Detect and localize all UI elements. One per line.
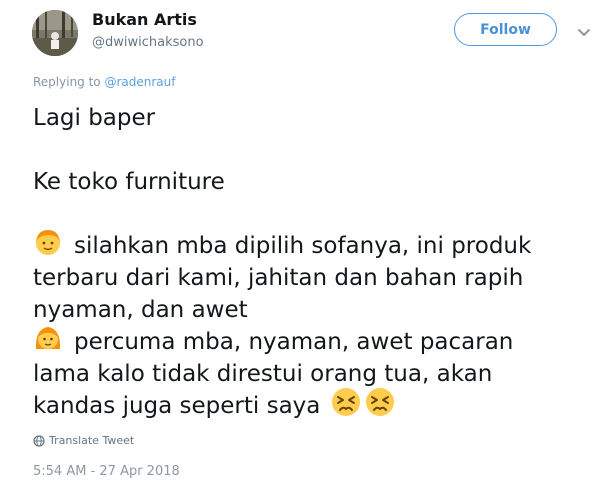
tweet-line: Lagi baper xyxy=(33,105,156,131)
tweet-line: lama kalo tidak direstui orang tua, akan xyxy=(33,361,493,387)
tweet-line-text: kandas juga seperti saya xyxy=(33,393,321,419)
tweet-line: kandas juga seperti saya xyxy=(33,387,593,422)
avatar[interactable] xyxy=(32,10,78,56)
tweet-header: Bukan Artis @dwiwichaksono Follow xyxy=(0,0,615,70)
replying-to-prefix: Replying to xyxy=(33,75,105,89)
tweet-line: silahkan mba dipilih sofanya, ini produk xyxy=(33,229,593,262)
tweet-line: terbaru dari kami, jahitan dan bahan rap… xyxy=(33,265,524,291)
author-handle[interactable]: @dwiwichaksono xyxy=(92,35,204,50)
girl-emoji-icon xyxy=(33,323,63,362)
tweet-line: percuma mba, nyaman, awet pacaran xyxy=(33,326,593,358)
tweet-line-text: percuma mba, nyaman, awet pacaran xyxy=(74,329,514,355)
follow-button[interactable]: Follow xyxy=(454,13,557,46)
tweet-line-text: silahkan mba dipilih sofanya, ini produk xyxy=(74,233,532,259)
chevron-down-icon[interactable] xyxy=(576,24,592,36)
replying-to-link[interactable]: @radenrauf xyxy=(104,75,175,89)
tweet-text: Lagi baper Ke toko furniture silahkan mb… xyxy=(33,102,593,422)
tweet-timestamp[interactable]: 5:54 AM - 27 Apr 2018 xyxy=(33,464,180,479)
replying-to: Replying to @radenrauf xyxy=(33,75,175,89)
translate-tweet-label: Translate Tweet xyxy=(49,434,135,447)
persevering-face-emoji-icon xyxy=(330,386,362,427)
persevering-face-emoji-icon xyxy=(364,386,396,427)
boy-emoji-icon xyxy=(33,227,63,266)
tweet-line: nyaman, dan awet xyxy=(33,297,248,323)
translate-tweet-link[interactable]: Translate Tweet xyxy=(33,434,134,447)
author-name[interactable]: Bukan Artis xyxy=(92,10,197,29)
globe-icon xyxy=(33,434,45,447)
tweet-line: Ke toko furniture xyxy=(33,169,225,195)
